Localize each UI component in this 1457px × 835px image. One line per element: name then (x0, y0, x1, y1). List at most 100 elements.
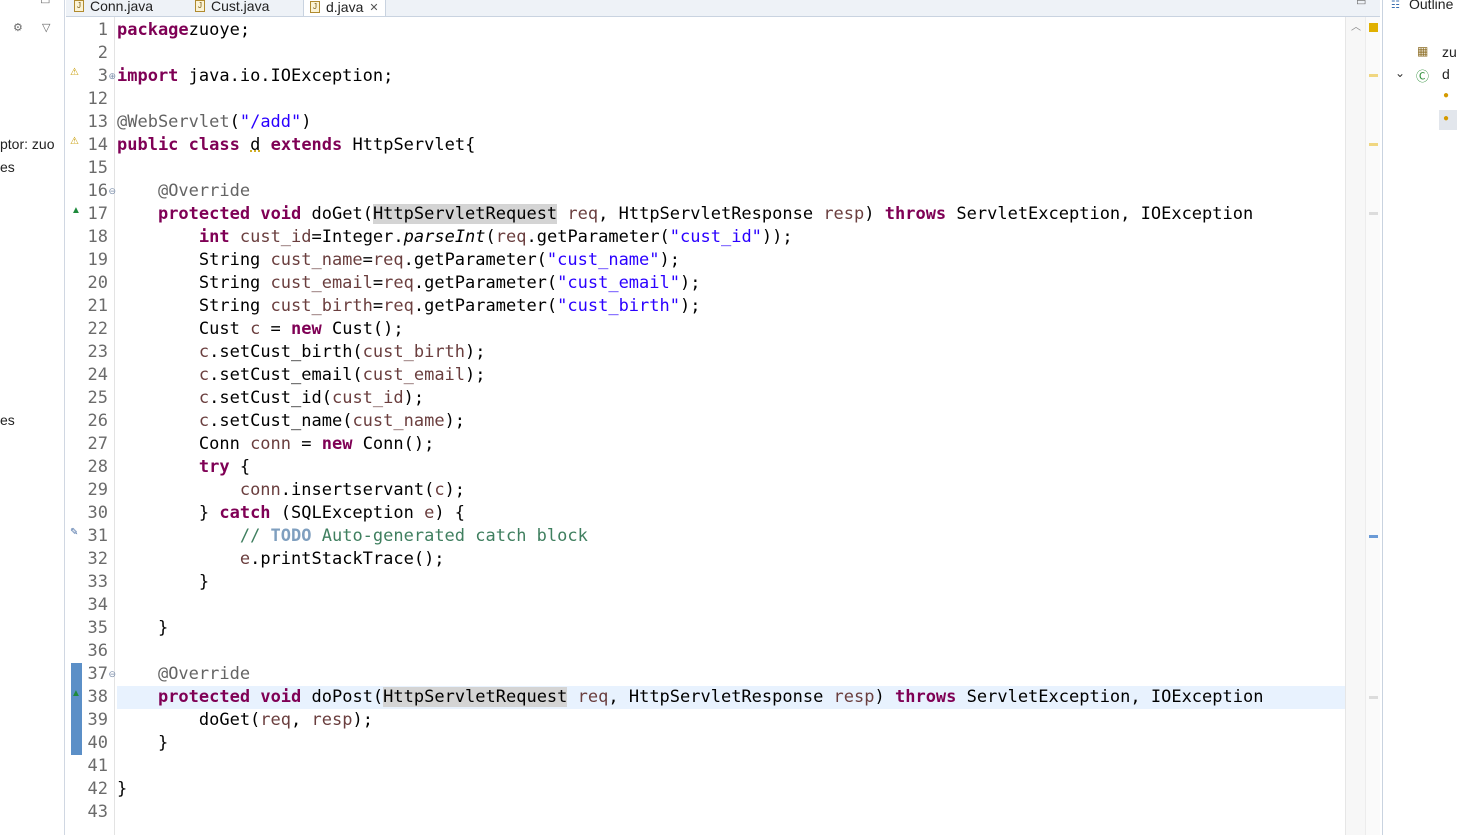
occurrence-marker[interactable] (1369, 212, 1378, 215)
code-token: conn (239, 480, 281, 500)
method-icon[interactable]: ● (1443, 90, 1449, 101)
warning-marker[interactable] (1369, 23, 1378, 32)
code-line[interactable]: String cust_birth=req.getParameter("cust… (117, 295, 701, 318)
method-icon[interactable]: ● (1443, 113, 1449, 124)
code-token: e (239, 549, 251, 569)
code-line[interactable]: @Override (117, 663, 250, 686)
code-token: ) { (434, 503, 466, 523)
code-line[interactable]: @WebServlet("/add") (117, 111, 312, 134)
vertical-scrollbar[interactable]: ︿ (1345, 17, 1366, 835)
annotation-gutter: ⚠ ⚠ ▲ ✎ ▲ (66, 17, 84, 835)
code-line[interactable]: String cust_email=req.getParameter("cust… (117, 272, 701, 295)
outline-class-node[interactable]: d (1442, 66, 1450, 82)
tab-label: Conn.java (90, 0, 154, 14)
code-token: parseInt (403, 227, 486, 247)
maximize-icon[interactable]: ▭ (1356, 0, 1366, 8)
fold-toggle-icon[interactable]: ⊖ (108, 180, 116, 203)
code-token: new (321, 434, 353, 454)
occurrence-marker[interactable] (1369, 143, 1378, 146)
code-area[interactable]: packagezuoye; import java.io.IOException;… (117, 17, 1345, 835)
code-token: TODO (270, 526, 312, 546)
code-token: void (260, 204, 302, 224)
line-number: 35 (87, 618, 108, 638)
code-line[interactable]: } (117, 732, 168, 755)
tab-conn-java[interactable]: J Conn.java (74, 0, 153, 16)
code-line[interactable]: c.setCust_email(cust_email); (117, 364, 486, 387)
line-number: 29 (87, 480, 108, 500)
chevron-down-icon[interactable]: ▽ (42, 21, 50, 34)
code-token: public (117, 135, 179, 155)
scroll-up-icon[interactable]: ︿ (1351, 18, 1361, 33)
code-line[interactable]: public class d extends HttpServlet{ (117, 134, 475, 157)
code-token: ) (864, 204, 885, 224)
code-line[interactable]: Conn conn = new Conn(); (117, 433, 434, 456)
tree-item-folder-2[interactable]: es (0, 412, 15, 428)
class-icon: Ⓒ (1416, 69, 1430, 84)
code-line[interactable]: @Override (117, 180, 250, 203)
code-line[interactable]: // TODO Auto-generated catch block (117, 525, 588, 548)
code-line[interactable]: packagezuoye; (117, 19, 250, 42)
code-token: } (117, 503, 220, 523)
code-token: throws (894, 687, 957, 707)
code-line[interactable]: conn.insertservant(c); (117, 479, 465, 502)
code-token: } (117, 779, 128, 799)
overview-ruler[interactable] (1365, 17, 1380, 835)
occurrence-marker[interactable] (1369, 74, 1378, 77)
code-token: throws (884, 204, 947, 224)
code-token: } (117, 733, 169, 753)
task-marker[interactable] (1369, 535, 1378, 538)
tree-item-folder[interactable]: es (0, 159, 15, 175)
code-token: = (362, 250, 373, 270)
close-icon[interactable]: ✕ (369, 1, 378, 14)
view-menu-icon[interactable]: ⚙ (13, 21, 23, 34)
fold-toggle-icon[interactable]: ⊖ (108, 663, 116, 686)
code-token: req (495, 227, 527, 247)
code-token: cust_name (270, 250, 363, 270)
code-token: .setCust_email( (209, 365, 363, 385)
code-line[interactable]: Cust c = new Cust(); (117, 318, 404, 341)
tab-cust-java[interactable]: J Cust.java (195, 0, 269, 16)
code-line[interactable]: c.setCust_id(cust_id); (117, 387, 424, 410)
code-line[interactable]: try { (117, 456, 250, 479)
line-number: 26 (87, 411, 108, 431)
code-line[interactable]: protected void doGet(HttpServletRequest … (117, 203, 1253, 226)
line-number: 34 (87, 595, 108, 615)
code-line[interactable]: } (117, 571, 209, 594)
code-line[interactable]: c.setCust_name(cust_name); (117, 410, 465, 433)
code-token: (SQLException (270, 503, 425, 523)
code-token: .insertservant( (280, 480, 435, 500)
code-line[interactable]: int cust_id=Integer.parseInt(req.getPara… (117, 226, 793, 249)
fold-toggle-icon[interactable]: ⊕ (108, 65, 116, 88)
occurrence-marker[interactable] (1369, 696, 1378, 699)
outline-title[interactable]: Outline (1409, 0, 1453, 12)
outline-package-node[interactable]: zu (1442, 44, 1457, 60)
line-number: 38 (87, 687, 108, 707)
code-line[interactable]: import java.io.IOException; (117, 65, 393, 88)
line-number: 25 (87, 388, 108, 408)
code-editor[interactable]: ⚠ ⚠ ▲ ✎ ▲ 1 2 3 ⊕ 12 13 14 15 16 ⊖ 17 18 19 20 21 22 23 2… (66, 17, 1380, 835)
code-token: import (117, 66, 179, 86)
code-line[interactable]: } (117, 617, 168, 640)
code-line[interactable]: doGet(req, resp); (117, 709, 373, 732)
code-line[interactable]: String cust_name=req.getParameter("cust_… (117, 249, 680, 272)
code-line[interactable]: protected void doPost(HttpServletRequest… (117, 686, 1345, 709)
code-line[interactable]: } (117, 778, 127, 801)
minimize-icon[interactable]: ▭ (40, 0, 50, 7)
code-token: e (424, 503, 435, 523)
code-line[interactable]: c.setCust_birth(cust_birth); (117, 341, 486, 364)
code-token: "cust_email" (557, 273, 680, 293)
code-line[interactable]: e.printStackTrace(); (117, 548, 445, 571)
chevron-down-icon[interactable]: ⌄ (1395, 66, 1405, 80)
code-token: cust_name (352, 411, 445, 431)
tree-item-project[interactable]: ptor: zuo (0, 136, 54, 152)
code-line[interactable]: } catch (SQLException e) { (117, 502, 465, 525)
line-number: 23 (87, 342, 108, 362)
code-token: ); (444, 411, 466, 431)
code-token: ); (352, 710, 373, 730)
tab-d-java[interactable]: J d.java ✕ (303, 0, 386, 16)
code-token: .setCust_name( (209, 411, 353, 431)
